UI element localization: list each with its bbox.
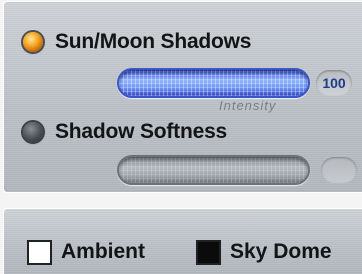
shadow-softness-led-icon[interactable] [23, 122, 43, 142]
sky-dome-label: Sky Dome [230, 240, 332, 263]
sun-moon-shadows-label: Sun/Moon Shadows [55, 30, 252, 53]
sky-dome-checkbox[interactable] [196, 240, 221, 265]
intensity-value: 100 [316, 70, 352, 96]
intensity-slider[interactable] [117, 68, 310, 98]
sun-moon-shadows-led-icon[interactable] [23, 32, 43, 52]
ambient-checkbox[interactable] [27, 240, 52, 265]
panel-divider [0, 194, 362, 208]
shadow-softness-label: Shadow Softness [55, 120, 228, 143]
ambient-label: Ambient [61, 240, 145, 263]
softness-value [321, 157, 357, 183]
softness-slider[interactable] [117, 155, 310, 185]
intensity-caption: Intensity [219, 98, 277, 113]
